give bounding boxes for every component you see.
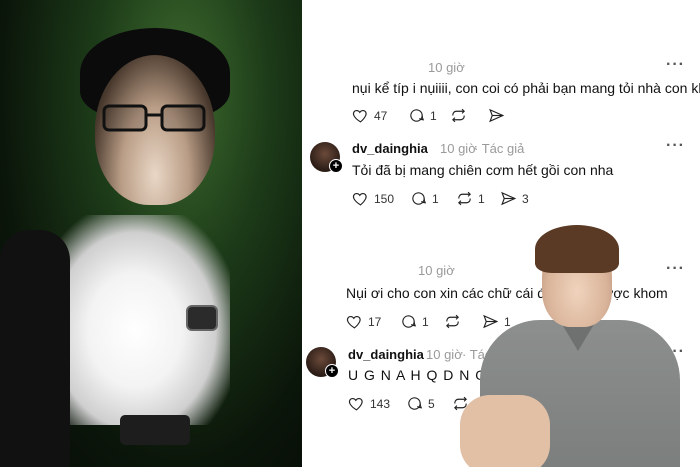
comment-icon — [412, 192, 427, 205]
author-tag: · Tác giả — [474, 141, 525, 156]
heart-icon — [352, 192, 367, 206]
repost-count: 1 — [478, 191, 485, 206]
heart-icon — [346, 315, 361, 329]
repost-icon — [452, 108, 465, 123]
more-icon[interactable]: ··· — [666, 137, 685, 155]
share-button[interactable]: 3 — [500, 190, 529, 207]
reply-button[interactable]: 1 — [410, 190, 439, 207]
comment-icon — [402, 315, 417, 328]
comment-text: nụi kể típ i nụiiii, con coi có phải bạn… — [352, 80, 700, 96]
reply-count: 1 — [422, 314, 429, 329]
comment-time: 10 giờ — [440, 141, 477, 156]
man-hair — [535, 225, 619, 273]
repost-button[interactable] — [450, 107, 467, 124]
repost-icon — [458, 191, 471, 206]
comment-icon — [408, 397, 423, 410]
right-photo — [450, 225, 700, 467]
comment-time: 10 giờ — [428, 60, 465, 75]
repost-button[interactable]: 1 — [456, 190, 485, 207]
like-button[interactable]: 143 — [348, 395, 390, 412]
like-button[interactable]: 17 — [346, 313, 381, 330]
like-button[interactable]: 150 — [352, 190, 394, 207]
heart-icon — [348, 397, 363, 411]
more-icon[interactable]: ··· — [666, 56, 685, 74]
left-photo — [0, 0, 302, 467]
wrist-watch — [186, 305, 218, 331]
comment-text: Tỏi đã bị mang chiên cơm hết gồi con nha — [352, 162, 614, 178]
comment-username[interactable]: dv_dainghia — [348, 347, 424, 362]
comment-1: 10 giờ ··· nụi kể típ i nụiiii, con coi … — [310, 0, 700, 130]
like-count: 150 — [374, 191, 395, 206]
reply-button[interactable]: 1 — [408, 107, 437, 124]
send-icon — [489, 108, 505, 123]
reply-button[interactable]: 1 — [400, 313, 429, 330]
like-count: 47 — [374, 108, 388, 123]
like-count: 143 — [370, 396, 391, 411]
comment-username[interactable]: dv_dainghia — [352, 141, 428, 156]
reply-button[interactable]: 5 — [406, 395, 435, 412]
comment-icon — [410, 109, 425, 122]
follow-plus-icon[interactable]: + — [329, 159, 343, 173]
send-icon — [501, 191, 517, 206]
man-arm — [460, 395, 550, 467]
glasses — [102, 104, 206, 132]
reply-count: 1 — [432, 191, 439, 206]
like-button[interactable]: 47 — [352, 107, 387, 124]
follow-plus-icon[interactable]: + — [325, 364, 339, 378]
reply-count: 5 — [428, 396, 435, 411]
reply-count: 1 — [430, 108, 437, 123]
share-button[interactable] — [488, 107, 505, 124]
comment-2: + dv_dainghia 10 giờ · Tác giả ··· Tỏi đ… — [310, 130, 700, 215]
share-count: 3 — [522, 191, 529, 206]
heart-icon — [352, 109, 367, 123]
phone — [120, 415, 190, 445]
dark-arm — [0, 230, 70, 467]
like-count: 17 — [368, 314, 382, 329]
